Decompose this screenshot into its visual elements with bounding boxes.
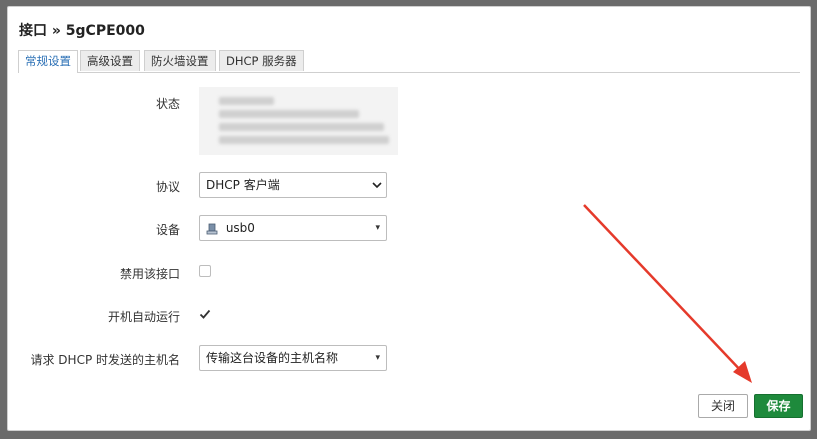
device-select[interactable]: usb0 ▾ [199,215,387,241]
dhcp-hostname-select-value: 传输这台设备的主机名称 [206,351,339,365]
status-label: 状态 [155,97,180,111]
network-device-icon [206,223,218,234]
protocol-label: 协议 [155,180,180,194]
tab-bar: 常规设置 高级设置 防火墙设置 DHCP 服务器 [18,50,800,73]
device-label: 设备 [155,223,180,237]
chevron-down-icon [372,182,382,189]
interface-edit-dialog: 接口 » 5gCPE000 常规设置 高级设置 防火墙设置 DHCP 服务器 状… [7,6,811,431]
tab-dhcp-server[interactable]: DHCP 服务器 [219,50,304,71]
tab-general-settings[interactable]: 常规设置 [18,50,78,73]
dialog-title: 接口 » 5gCPE000 [19,23,145,39]
device-select-value: usb0 [225,221,255,235]
dhcp-hostname-select[interactable]: 传输这台设备的主机名称 ▾ [199,345,387,371]
status-info-blurred [199,87,398,155]
close-button[interactable]: 关闭 [698,394,748,418]
autostart-label: 开机自动运行 [107,310,180,324]
disable-interface-label: 禁用该接口 [119,267,180,281]
caret-down-icon: ▾ [375,223,380,233]
tab-firewall-settings[interactable]: 防火墙设置 [144,50,216,71]
dhcp-hostname-label: 请求 DHCP 时发送的主机名 [30,353,180,367]
save-button[interactable]: 保存 [754,394,803,418]
protocol-select[interactable]: DHCP 客户端 [199,172,387,198]
caret-down-icon: ▾ [375,353,380,363]
autostart-checkbox[interactable] [199,308,211,320]
tab-advanced-settings[interactable]: 高级设置 [80,50,140,71]
disable-interface-checkbox[interactable] [199,265,211,277]
checkmark-icon [199,309,211,319]
protocol-select-value: DHCP 客户端 [206,178,280,192]
